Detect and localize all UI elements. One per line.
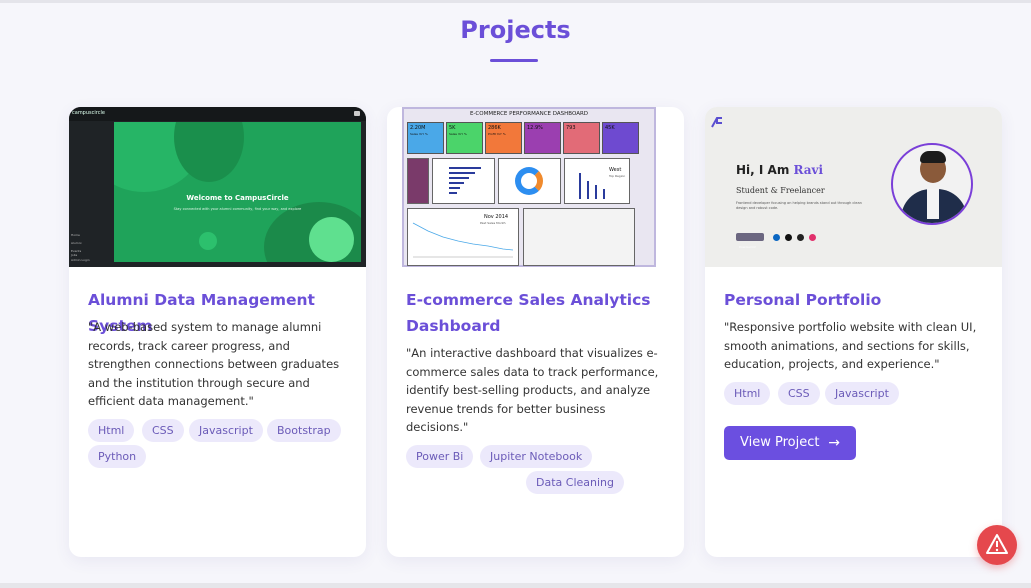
warning-icon — [986, 534, 1008, 554]
tag: Power Bi — [406, 445, 474, 468]
kpi-value: 12.9% — [527, 125, 543, 131]
thumbnail-name: Ravi — [793, 163, 824, 177]
title-underline — [490, 59, 538, 62]
instagram-icon — [809, 234, 816, 241]
project-thumbnail-portfolio: Hi, I Am Ravi Student & Freelancer Front… — [705, 107, 1002, 267]
bottom-divider — [0, 583, 1031, 588]
tag: Python — [88, 445, 147, 468]
arrow-right-icon: → — [828, 435, 840, 451]
tag: Html — [724, 382, 771, 405]
thumbnail-subtitle: Stay connected with your alumni communit… — [173, 207, 302, 211]
project-title: Personal Portfolio — [724, 291, 882, 309]
tag: Bootstrap — [267, 419, 341, 442]
thumbnail-sidebar-item: Home — [71, 233, 80, 237]
section-title: Projects — [460, 16, 571, 44]
thumbnail-welcome: Welcome to CampusCircle — [186, 194, 289, 202]
kpi-value: 5K — [449, 125, 456, 131]
linkedin-icon — [773, 234, 780, 241]
thumbnail-sidebar-item: Admin Login — [71, 258, 90, 262]
kpi-value: 2.20M — [410, 125, 426, 131]
x-icon — [797, 234, 804, 241]
project-description: "A web-based system to manage alumni rec… — [88, 320, 340, 408]
dashboard-region: West — [609, 167, 622, 173]
site-logo-icon — [711, 117, 722, 128]
kpi-note: Sales YoY % — [449, 132, 467, 136]
thumbnail-dashboard-title: E-COMMERCE PERFORMANCE DASHBOARD — [469, 111, 589, 117]
alert-button[interactable] — [977, 525, 1017, 565]
project-description: "An interactive dashboard that visualize… — [406, 346, 659, 434]
tag: Html — [88, 419, 135, 442]
thumbnail-sidebar-item: Jobs — [71, 253, 78, 257]
kpi-note: Profit YoY % — [488, 132, 506, 136]
thumbnail-cv-label: Download CV — [739, 246, 756, 249]
thumbnail-sidebar-item: Events — [71, 249, 82, 253]
project-description: "Responsive portfolio website with clean… — [724, 320, 977, 371]
thumbnail-greeting: Hi, I Am Ravi — [736, 163, 823, 177]
kpi-value: 45K — [605, 125, 615, 131]
kpi-value: 286K — [488, 125, 501, 131]
view-project-button[interactable]: View Project → — [724, 426, 856, 460]
thumbnail-sidebar-item: Alumni — [71, 241, 82, 245]
kpi-value: 793 — [566, 125, 576, 131]
view-project-label: View Project — [740, 435, 820, 450]
thumbnail-blurb: Frontend developer focusing on helping b… — [736, 201, 862, 210]
tag: Javascript — [189, 419, 263, 442]
project-title: E-commerce Sales Analytics Dashboard — [406, 291, 651, 335]
project-thumbnail-ecommerce: E-COMMERCE PERFORMANCE DASHBOARD 2.20M Sa… — [387, 107, 684, 267]
project-card-alumni: campuscircle Welcome to CampusCircle Sta… — [69, 107, 366, 557]
project-thumbnail-alumni: campuscircle Welcome to CampusCircle Sta… — [69, 107, 366, 267]
tag: CSS — [778, 382, 820, 405]
github-icon — [785, 234, 792, 241]
tag: Data Cleaning — [526, 471, 624, 494]
project-card-portfolio: Hi, I Am Ravi Student & Freelancer Front… — [705, 107, 1002, 557]
thumbnail-role: Student & Freelancer — [736, 186, 825, 195]
tag: CSS — [142, 419, 184, 442]
dashboard-region-sub: Top Region — [609, 174, 626, 178]
tag: Javascript — [825, 382, 899, 405]
avatar — [891, 143, 973, 225]
tag: Jupiter Notebook — [480, 445, 593, 468]
thumbnail-greeting-text: Hi, I Am — [736, 163, 790, 177]
header-shadow — [0, 0, 1031, 3]
thumbnail-logo: campuscircle — [72, 110, 105, 116]
thumbnail-cv-button: Download CV — [736, 233, 764, 249]
kpi-note: Sales YoY % — [410, 132, 428, 136]
project-card-ecommerce: E-COMMERCE PERFORMANCE DASHBOARD 2.20M Sa… — [387, 107, 684, 557]
